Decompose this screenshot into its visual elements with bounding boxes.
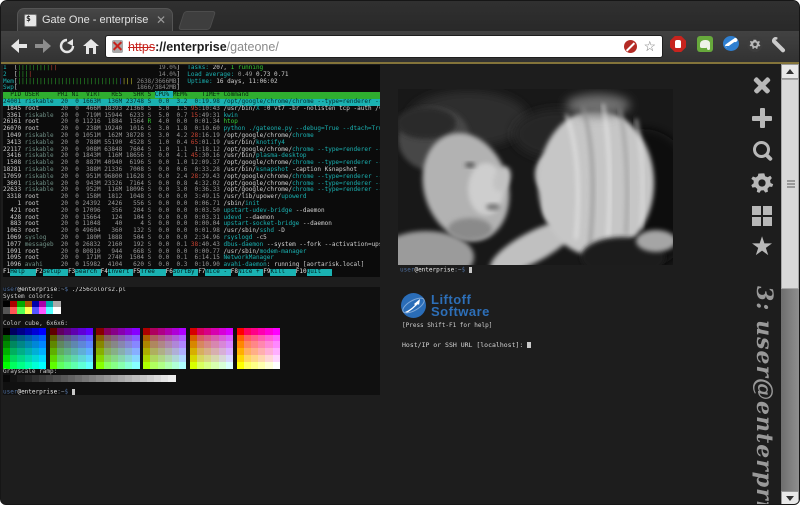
photo [398, 89, 673, 265]
bookmarks-star-icon: ★ [750, 232, 774, 262]
voice-phone-bubble-icon [723, 36, 739, 51]
url-host: ://enterprise [155, 39, 227, 54]
address-bar[interactable]: https://enterprise/gateone/ ☆ [105, 35, 663, 58]
terminal-line: user@enterprise:~$ ./256colors2.pl [3, 287, 126, 293]
gear-extension-button[interactable] [747, 36, 765, 54]
terminal-line [3, 375, 380, 383]
terminal-favicon-icon [24, 13, 37, 27]
terminal-label: 3: user@enterprise [751, 286, 777, 505]
gateone-page: 1 [||||||||||| 19.0%] Tasks: 207, 1 runn… [1, 64, 799, 504]
browser-toolbar: https://enterprise/gateone/ ☆ [1, 31, 799, 62]
page-security-icon[interactable] [112, 40, 123, 53]
terminal-line [3, 307, 380, 315]
url-text[interactable]: https://enterprise/gateone/ [128, 40, 618, 54]
bookmarks-button[interactable]: ★ [749, 234, 775, 260]
terminal-line: System colors: [3, 292, 54, 300]
forward-button[interactable] [31, 34, 55, 58]
liftoff-logo: Liftoff Software [400, 292, 746, 319]
new-tab-button[interactable] [177, 11, 217, 30]
scrollbar-up-icon [786, 65, 794, 74]
photo-terminal-prompt: user@enterprise:~$ [400, 267, 473, 274]
evernote-extension-button[interactable] [697, 36, 715, 54]
terminal-line: Grayscale ramp: [3, 367, 58, 375]
scrollbar-grip-icon [787, 180, 795, 182]
terminal-line: user@enterprise:~$ [400, 267, 473, 274]
terminal-line [3, 361, 380, 369]
terminal-line [3, 348, 380, 355]
terminal-line: Color cube, 6x6x6: [3, 319, 69, 327]
tab-close-icon[interactable]: ✕ [156, 14, 166, 26]
terminal-line [3, 300, 380, 308]
scrollbar-down-icon [786, 496, 794, 504]
help-text: [Press Shift-F1 for help] [402, 322, 493, 329]
photo-screen[interactable]: user@enterprise:~$ [398, 65, 746, 280]
home-icon [83, 38, 99, 54]
blocked-content-icon[interactable] [624, 40, 638, 53]
terminal-line [3, 327, 380, 335]
home-button[interactable] [79, 34, 103, 58]
search-button[interactable] [749, 138, 775, 164]
terminal-line [3, 341, 380, 349]
url-path: /gateone/ [226, 39, 279, 54]
back-icon [11, 39, 27, 53]
scrollbar-thumb[interactable] [781, 79, 799, 289]
terminal-line [3, 334, 380, 342]
evernote-elephant-icon [697, 36, 713, 52]
cursor [527, 341, 532, 349]
tab-gateone[interactable]: Gate One - enterprise ✕ [17, 8, 173, 31]
browser-window: Gate One - enterprise ✕ https://enterpri… [0, 0, 800, 505]
logo-line2: Software [431, 303, 490, 319]
grid-view-button[interactable] [749, 203, 775, 229]
bookmark-star-icon[interactable]: ☆ [643, 38, 656, 55]
wrench-menu-icon [771, 36, 786, 53]
wrench-menu-button[interactable] [771, 36, 789, 54]
reload-icon [59, 38, 75, 54]
scroll-down-button[interactable] [781, 491, 799, 504]
reload-button[interactable] [55, 34, 79, 58]
adblock-extension-button[interactable] [670, 36, 688, 54]
new-terminal-button[interactable] [749, 105, 775, 131]
liftoff-logo-icon [401, 293, 426, 318]
terminal-line: user@enterprise:~$ [3, 389, 380, 395]
settings-button[interactable] [749, 170, 775, 196]
htop-screen[interactable]: 1 [||||||||||| 19.0%] Tasks: 207, 1 runn… [3, 65, 380, 277]
close-terminal-button[interactable] [749, 72, 775, 98]
page-scrollbar[interactable] [781, 64, 799, 504]
forward-icon [35, 39, 51, 53]
back-button[interactable] [7, 34, 31, 58]
voice-extension-button[interactable] [723, 36, 741, 54]
settings-gear-icon [751, 173, 774, 193]
tab-title: Gate One - enterprise [42, 14, 149, 26]
colors-screen[interactable]: user@enterprise:~$ ./256colors2.pl System… [3, 287, 380, 395]
host-prompt[interactable]: Host/IP or SSH URL [localhost]: [402, 341, 746, 349]
terminal-line [3, 354, 380, 362]
url-scheme: https [128, 39, 156, 54]
screen: Gate One - enterprise ✕ https://enterpri… [0, 0, 800, 505]
terminal-line: F1 Help F2 Setup F3 Search F4 Invert F5 Tree … [3, 267, 332, 276]
grid-icon [752, 206, 761, 215]
gear-extension-icon [747, 36, 763, 52]
adblock-stop-hand-icon [670, 36, 686, 52]
scroll-up-button[interactable] [781, 64, 799, 79]
ssh-screen[interactable]: Liftoff Software [Press Shift-F1 for help… [400, 292, 746, 392]
tab-strip: Gate One - enterprise ✕ [1, 1, 799, 31]
